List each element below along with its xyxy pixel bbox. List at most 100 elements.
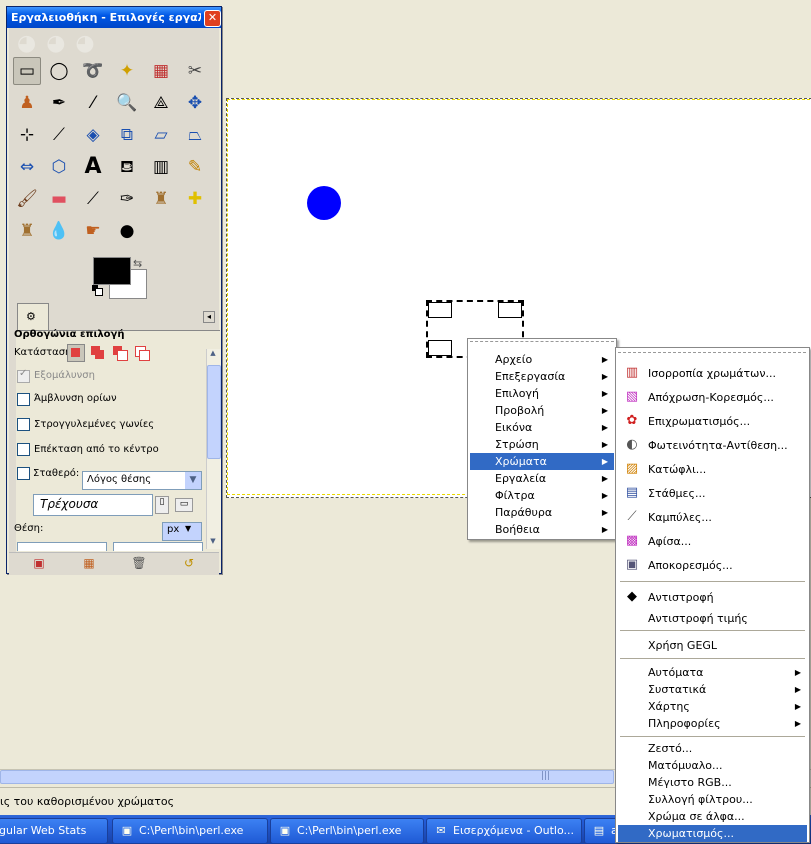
menu-item-levels[interactable]: ▤ Στάθμες... — [618, 485, 807, 502]
mode-subtract-button[interactable] — [111, 344, 128, 361]
perspective-icon[interactable]: ⏢ — [181, 121, 209, 149]
blur-icon[interactable]: 💧 — [45, 217, 73, 245]
chevron-down-icon[interactable]: ▼ — [185, 472, 201, 489]
foreground-color-swatch[interactable] — [93, 257, 131, 285]
menu-item-max-rgb[interactable]: Μέγιστο RGB... — [618, 774, 807, 791]
menu-item-invert[interactable]: ◆ Αντιστροφή — [618, 589, 807, 606]
reset-options-icon[interactable]: ↺ — [181, 556, 197, 570]
scissors-icon[interactable]: ✂ — [181, 57, 209, 85]
menu-item-filter-pack[interactable]: Συλλογή φίλτρου... — [618, 791, 807, 808]
taskbar-button[interactable]: ✉ Εισερχόμενα - Outlo... — [426, 818, 582, 844]
foreground-select-icon[interactable]: ♟ — [13, 89, 41, 117]
tool-options-tab[interactable]: ⚙ — [17, 303, 49, 332]
menu-item-posterize[interactable]: ▩ Αφίσα... — [618, 533, 807, 550]
feather-checkbox[interactable] — [17, 393, 30, 406]
landscape-icon[interactable]: ▭ — [175, 498, 193, 512]
menu-item-hue-saturation[interactable]: ▧ Απόχρωση-Κορεσμός... — [618, 389, 807, 406]
tearoff-line[interactable] — [618, 352, 806, 353]
menu-item-edit[interactable]: Επεξεργασία ▶ — [470, 368, 614, 385]
eraser-icon[interactable]: ▬ — [45, 185, 73, 213]
airbrush-icon[interactable]: ⟋ — [79, 185, 107, 213]
tab-menu-icon[interactable]: ◂ — [203, 311, 215, 323]
close-button[interactable]: ✕ — [204, 10, 221, 27]
menu-item-brightness-contrast[interactable]: ◐ Φωτεινότητα-Αντίθεση... — [618, 437, 807, 454]
antialias-checkbox[interactable] — [17, 368, 30, 383]
mode-intersect-button[interactable] — [133, 344, 150, 361]
mode-replace-button[interactable] — [67, 344, 85, 362]
menu-item-threshold[interactable]: ▨ Κατώφλι... — [618, 461, 807, 478]
unit-select[interactable]: px ▼ — [162, 522, 202, 541]
menu-item-map[interactable]: Χάρτης ▶ — [618, 698, 807, 715]
selection-handle[interactable] — [498, 302, 522, 318]
menu-item-hot[interactable]: Ζεστό... — [618, 740, 807, 757]
delete-options-icon[interactable]: 🗑 — [131, 556, 147, 570]
menu-item-curves[interactable]: ⟋ Καμπύλες... — [618, 509, 807, 526]
perspective-clone-icon[interactable]: ♜ — [13, 217, 41, 245]
menu-item-file[interactable]: Αρχείο ▶ — [470, 351, 614, 368]
taskbar-button[interactable]: ▣ C:\Perl\bin\perl.exe — [112, 818, 268, 844]
menu-item-color-to-alpha[interactable]: Χρώμα σε άλφα... — [618, 808, 807, 825]
ink-icon[interactable]: ✑ — [113, 185, 141, 213]
text-icon[interactable]: A — [79, 153, 107, 181]
menu-item-components[interactable]: Συστατικά ▶ — [618, 681, 807, 698]
measure-icon[interactable]: ⟁ — [147, 89, 175, 117]
zoom-icon[interactable]: 🔍 — [113, 89, 141, 117]
crop-icon[interactable]: ⟋ — [45, 121, 73, 149]
swap-colors-icon[interactable]: ⇆ — [133, 257, 142, 270]
clone-icon[interactable]: ♜ — [147, 185, 175, 213]
menu-item-colorify[interactable]: Χρωματισμός... — [618, 825, 807, 842]
cage-icon[interactable]: ⬡ — [45, 153, 73, 181]
paths-icon[interactable]: ✒ — [45, 89, 73, 117]
menu-item-mosaic[interactable]: Ματόμυαλο... — [618, 757, 807, 774]
save-options-icon[interactable]: ▣ — [31, 556, 47, 570]
menu-item-filters[interactable]: Φίλτρα ▶ — [470, 487, 614, 504]
fixed-mode-select[interactable]: Λόγος θέσης ▼ — [82, 471, 202, 490]
color-picker-icon[interactable]: ⁄ — [79, 89, 107, 117]
menu-item-view[interactable]: Προβολή ▶ — [470, 402, 614, 419]
mode-add-button[interactable] — [89, 344, 105, 360]
scroll-up-icon[interactable]: ▲ — [207, 349, 219, 361]
menu-item-help[interactable]: Βοήθεια ▶ — [470, 521, 614, 538]
position-y-field[interactable] — [113, 542, 203, 551]
dodge-burn-icon[interactable]: ● — [113, 217, 141, 245]
rotate-icon[interactable]: ◈ — [79, 121, 107, 149]
fuzzy-select-icon[interactable]: ✦ — [113, 57, 141, 85]
rounded-corners-checkbox[interactable] — [17, 418, 30, 431]
menu-item-windows[interactable]: Παράθυρα ▶ — [470, 504, 614, 521]
taskbar-button[interactable]: ▣ C:\Perl\bin\perl.exe — [270, 818, 424, 844]
paintbrush-icon[interactable]: 🖌 — [13, 185, 41, 213]
expand-from-center-checkbox[interactable] — [17, 443, 30, 456]
menu-item-auto[interactable]: Αυτόματα ▶ — [618, 664, 807, 681]
scroll-down-icon[interactable]: ▼ — [207, 537, 219, 549]
bucket-fill-icon[interactable]: ⛾ — [113, 153, 141, 181]
selection-handle[interactable] — [428, 302, 452, 318]
heal-icon[interactable]: ✚ — [181, 185, 209, 213]
position-x-field[interactable] — [17, 542, 107, 551]
menu-item-colors[interactable]: Χρώματα ▶ — [470, 453, 614, 470]
restore-options-icon[interactable]: ▦ — [81, 556, 97, 570]
menu-item-layer[interactable]: Στρώση ▶ — [470, 436, 614, 453]
select-by-color-icon[interactable]: ▦ — [147, 57, 175, 85]
ellipse-select-icon[interactable]: ◯ — [45, 57, 73, 85]
toolbox-title-bar[interactable]: Εργαλειοθήκη - Επιλογές εργαλεί... — [7, 7, 221, 28]
portrait-icon[interactable]: ▯ — [155, 496, 169, 514]
smudge-icon[interactable]: ☛ — [79, 217, 107, 245]
menu-item-tools[interactable]: Εργαλεία ▶ — [470, 470, 614, 487]
pencil-icon[interactable]: ✎ — [181, 153, 209, 181]
default-colors-icon[interactable] — [92, 285, 103, 296]
move-icon[interactable]: ✥ — [181, 89, 209, 117]
menu-item-use-gegl[interactable]: Χρήση GEGL — [618, 637, 807, 654]
scale-icon[interactable]: ⧉ — [113, 121, 141, 149]
menu-item-colorize[interactable]: ✿ Επιχρωματισμός... — [618, 413, 807, 430]
selection-handle[interactable] — [428, 340, 452, 356]
flip-icon[interactable]: ⇔ — [13, 153, 41, 181]
fixed-checkbox[interactable] — [17, 467, 30, 480]
menu-item-color-balance[interactable]: ▥ Ισορροπία χρωμάτων... — [618, 365, 807, 382]
tearoff-line[interactable] — [470, 341, 614, 342]
menu-item-desaturate[interactable]: ▣ Αποκορεσμός... — [618, 557, 807, 574]
taskbar-button[interactable]: gular Web Stats — [0, 818, 108, 844]
lasso-icon[interactable]: ➰ — [79, 57, 107, 85]
blend-icon[interactable]: ▥ — [147, 153, 175, 181]
menu-item-info[interactable]: Πληροφορίες ▶ — [618, 715, 807, 732]
menu-item-select[interactable]: Επιλογή ▶ — [470, 385, 614, 402]
